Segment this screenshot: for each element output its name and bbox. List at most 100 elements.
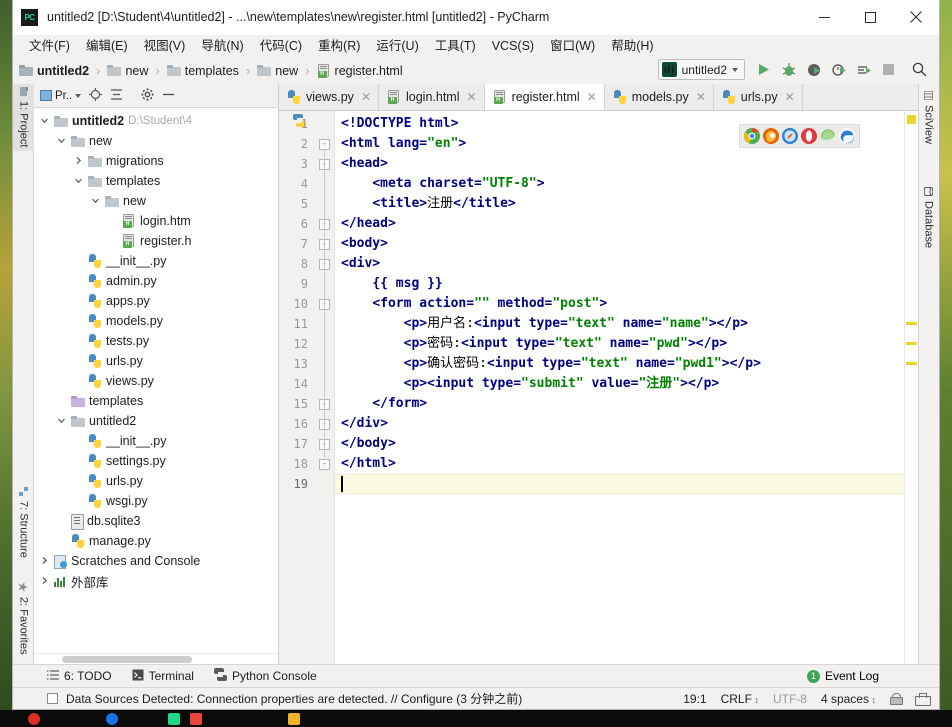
tree-node[interactable]: tests.py bbox=[34, 331, 278, 351]
menu-view[interactable]: 视图(V) bbox=[136, 35, 194, 57]
chevron-down-icon[interactable] bbox=[55, 416, 67, 427]
chevron-down-icon[interactable] bbox=[89, 196, 101, 207]
breadcrumb-item-new-2[interactable]: new bbox=[275, 64, 298, 78]
tree-node[interactable]: models.py bbox=[34, 311, 278, 331]
status-message[interactable]: Data Sources Detected: Connection proper… bbox=[66, 690, 522, 707]
close-tab-icon[interactable]: ✕ bbox=[696, 90, 706, 104]
inspection-status-indicator[interactable] bbox=[907, 115, 916, 124]
tree-node[interactable]: untitled2D:\Student\4 bbox=[34, 111, 278, 131]
close-tab-icon[interactable]: ✕ bbox=[587, 90, 597, 104]
settings-icon[interactable] bbox=[141, 88, 154, 104]
warning-marker[interactable] bbox=[906, 362, 917, 365]
chevron-right-icon[interactable] bbox=[38, 556, 50, 567]
firefox-icon[interactable] bbox=[762, 127, 780, 145]
tree-node[interactable]: Scratches and Console bbox=[34, 551, 278, 571]
code-line[interactable]: <p><input type="submit" value="注册"></p> bbox=[335, 374, 719, 394]
close-tab-icon[interactable]: ✕ bbox=[785, 90, 795, 104]
code-text-area[interactable]: <!DOCTYPE html><html lang="en"><head> <m… bbox=[335, 111, 904, 664]
taskbar-icon-4[interactable] bbox=[190, 713, 202, 725]
status-checkbox[interactable] bbox=[47, 693, 58, 704]
tree-node[interactable]: 外部库 bbox=[34, 571, 278, 591]
menu-help[interactable]: 帮助(H) bbox=[603, 35, 661, 57]
chevron-down-icon[interactable] bbox=[75, 94, 81, 98]
run-coverage-button[interactable] bbox=[802, 58, 825, 81]
lock-icon[interactable] bbox=[890, 693, 901, 705]
sidebar-tab-sciview[interactable]: SciView bbox=[918, 88, 939, 148]
tree-node[interactable]: Hregister.h bbox=[34, 231, 278, 251]
chevron-down-icon[interactable] bbox=[38, 116, 50, 127]
code-line[interactable]: </form> bbox=[335, 394, 427, 414]
tree-node[interactable]: admin.py bbox=[34, 271, 278, 291]
tree-node[interactable]: db.sqlite3 bbox=[34, 511, 278, 531]
tool-window-python-console[interactable]: Python Console bbox=[214, 668, 317, 684]
menu-run[interactable]: 运行(U) bbox=[368, 35, 426, 57]
sidebar-tab-project[interactable]: 1: Project bbox=[13, 84, 34, 151]
tree-node[interactable]: templates bbox=[34, 391, 278, 411]
branch-icon[interactable] bbox=[915, 693, 929, 705]
breadcrumb-item-untitled2[interactable]: untitled2 bbox=[37, 64, 89, 78]
code-line[interactable]: <p>用户名:<input type="text" name="name"></… bbox=[335, 314, 748, 334]
chevron-down-icon[interactable] bbox=[72, 176, 84, 187]
tree-node[interactable]: urls.py bbox=[34, 471, 278, 491]
close-tab-icon[interactable]: ✕ bbox=[361, 90, 371, 104]
tree-node[interactable]: new bbox=[34, 191, 278, 211]
run-configuration-selector[interactable]: dj untitled2 bbox=[658, 59, 745, 80]
tree-node[interactable]: manage.py bbox=[34, 531, 278, 551]
chevron-down-icon[interactable] bbox=[55, 136, 67, 147]
tree-node[interactable]: apps.py bbox=[34, 291, 278, 311]
code-line[interactable]: {{ msg }} bbox=[335, 274, 443, 294]
menu-refactor[interactable]: 重构(R) bbox=[310, 35, 368, 57]
indent-setting[interactable]: 4 spaces ↕ bbox=[821, 692, 876, 706]
warning-marker[interactable] bbox=[906, 342, 917, 345]
tree-node[interactable]: Hlogin.htm bbox=[34, 211, 278, 231]
code-line[interactable]: <!DOCTYPE html> bbox=[335, 114, 458, 134]
taskbar-icon-5[interactable] bbox=[288, 713, 300, 725]
collapse-all-icon[interactable] bbox=[110, 88, 123, 104]
opera-icon[interactable] bbox=[800, 127, 818, 145]
tree-node[interactable]: migrations bbox=[34, 151, 278, 171]
sidebar-tab-structure[interactable]: 7: Structure bbox=[13, 484, 34, 562]
hide-panel-icon[interactable] bbox=[162, 88, 175, 104]
maximize-button[interactable] bbox=[847, 0, 893, 35]
tree-node[interactable]: templates bbox=[34, 171, 278, 191]
sidebar-tab-database[interactable]: Database bbox=[918, 184, 939, 252]
code-fold-toggle[interactable]: - bbox=[319, 139, 330, 150]
run-manage-task-button[interactable] bbox=[852, 58, 875, 81]
close-button[interactable] bbox=[893, 0, 939, 35]
menu-tools[interactable]: 工具(T) bbox=[427, 35, 484, 57]
menu-vcs[interactable]: VCS(S) bbox=[484, 35, 542, 57]
chrome-icon[interactable] bbox=[743, 127, 761, 145]
editor-marker-gutter[interactable] bbox=[904, 111, 918, 664]
chevron-right-icon[interactable] bbox=[72, 156, 84, 167]
profile-button[interactable] bbox=[827, 58, 850, 81]
tree-node[interactable]: untitled2 bbox=[34, 411, 278, 431]
tree-node[interactable]: views.py bbox=[34, 371, 278, 391]
code-line[interactable]: <div> bbox=[335, 254, 380, 274]
code-fold-toggle[interactable]: - bbox=[319, 459, 330, 470]
tree-node[interactable]: wsgi.py bbox=[34, 491, 278, 511]
project-horizontal-scrollbar[interactable] bbox=[34, 653, 278, 664]
close-tab-icon[interactable]: ✕ bbox=[467, 90, 477, 104]
code-line[interactable]: <title>注册</title> bbox=[335, 194, 516, 214]
menu-edit[interactable]: 编辑(E) bbox=[78, 35, 136, 57]
tool-window-todo[interactable]: 6: TODO bbox=[47, 669, 112, 684]
tree-node[interactable]: new bbox=[34, 131, 278, 151]
breadcrumb-item-templates[interactable]: templates bbox=[185, 64, 239, 78]
code-line[interactable]: <html lang="en"> bbox=[335, 134, 466, 154]
code-line[interactable]: <form action="" method="post"> bbox=[335, 294, 607, 314]
safari-icon[interactable] bbox=[781, 127, 799, 145]
scrollbar-thumb[interactable] bbox=[62, 656, 192, 663]
menu-window[interactable]: 窗口(W) bbox=[542, 35, 603, 57]
taskbar-icon-3[interactable] bbox=[168, 713, 180, 725]
locate-icon[interactable] bbox=[89, 88, 102, 104]
editor-tab[interactable]: Hlogin.html✕ bbox=[379, 84, 485, 110]
project-tree[interactable]: untitled2D:\Student\4newmigrationstempla… bbox=[34, 108, 278, 653]
code-line[interactable]: <p>确认密码:<input type="text" name="pwd1"><… bbox=[335, 354, 761, 374]
caret-position[interactable]: 19:1 bbox=[683, 692, 706, 706]
tree-node[interactable]: __init__.py bbox=[34, 251, 278, 271]
sidebar-tab-favorites[interactable]: 2: Favorites bbox=[13, 580, 34, 658]
tree-node[interactable]: settings.py bbox=[34, 451, 278, 471]
editor-gutter[interactable]: 12-3-456-7-8-910-1112131415-16-17-18-19 bbox=[279, 111, 335, 664]
run-button[interactable] bbox=[752, 58, 775, 81]
tool-window-terminal[interactable]: Terminal bbox=[132, 669, 194, 684]
